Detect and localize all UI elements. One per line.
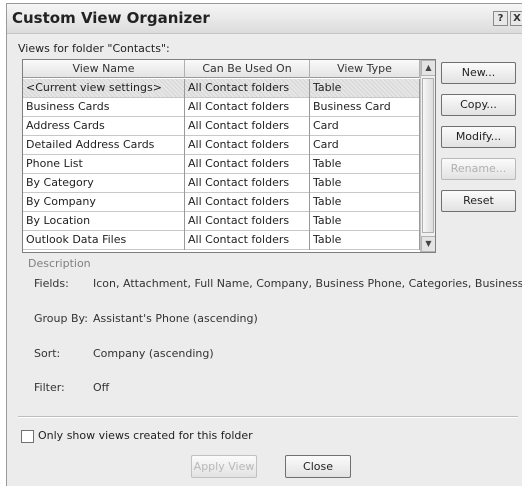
cell-view-type: Table: [310, 79, 420, 98]
title-bar: Custom View Organizer ? X: [7, 4, 522, 34]
table-row[interactable]: <Current view settings> All Contact fold…: [23, 79, 420, 98]
sort-label: Sort:: [34, 347, 61, 360]
cell-can-be-used-on: All Contact folders: [185, 174, 310, 193]
column-header-view-type[interactable]: View Type: [310, 60, 420, 78]
scrollbar-thumb[interactable]: [422, 78, 434, 233]
cell-view-name: By Location: [23, 212, 185, 231]
apply-view-button[interactable]: Apply View: [191, 455, 257, 478]
table-row[interactable]: By Category All Contact folders Table: [23, 174, 420, 193]
only-show-views-label[interactable]: Only show views created for this folder: [38, 429, 253, 442]
cell-view-name: <Current view settings>: [23, 79, 185, 98]
sort-value: Company (ascending): [93, 347, 214, 360]
copy-button[interactable]: Copy...: [441, 94, 516, 116]
scroll-up-arrow-icon[interactable]: ▲: [421, 60, 435, 76]
table-row[interactable]: By Location All Contact folders Table: [23, 212, 420, 231]
cell-can-be-used-on: All Contact folders: [185, 231, 310, 250]
rename-button[interactable]: Rename...: [441, 158, 516, 180]
close-button[interactable]: Close: [285, 455, 351, 478]
table-header: View Name Can Be Used On View Type: [23, 60, 420, 78]
cell-view-type: Table: [310, 174, 420, 193]
table-row[interactable]: Outlook Data Files All Contact folders T…: [23, 231, 420, 250]
filter-label: Filter:: [34, 381, 65, 394]
cell-view-type: Table: [310, 231, 420, 250]
group-by-label: Group By:: [34, 312, 88, 325]
column-header-can-be-used-on[interactable]: Can Be Used On: [185, 60, 310, 78]
cell-view-name: By Category: [23, 174, 185, 193]
cell-view-name: Detailed Address Cards: [23, 136, 185, 155]
cell-view-type: Card: [310, 117, 420, 136]
table-row[interactable]: Phone List All Contact folders Table: [23, 155, 420, 174]
views-for-folder-label: Views for folder "Contacts":: [18, 42, 170, 55]
description-heading: Description: [28, 257, 91, 270]
custom-view-organizer-dialog: Custom View Organizer ? X Views for fold…: [6, 3, 522, 486]
only-show-views-checkbox[interactable]: [21, 430, 34, 443]
separator: [18, 416, 518, 418]
cell-view-type: Business Card: [310, 98, 420, 117]
cell-view-type: Card: [310, 136, 420, 155]
cell-view-type: Table: [310, 193, 420, 212]
cell-can-be-used-on: All Contact folders: [185, 136, 310, 155]
vertical-scrollbar[interactable]: ▲ ▼: [420, 60, 435, 252]
new-button[interactable]: New...: [441, 62, 516, 84]
cell-view-type: Table: [310, 212, 420, 231]
cell-view-type: Table: [310, 155, 420, 174]
dialog-title: Custom View Organizer: [12, 9, 210, 27]
table-row[interactable]: Detailed Address Cards All Contact folde…: [23, 136, 420, 155]
cell-view-name: Phone List: [23, 155, 185, 174]
cell-can-be-used-on: All Contact folders: [185, 98, 310, 117]
cell-can-be-used-on: All Contact folders: [185, 79, 310, 98]
cell-can-be-used-on: All Contact folders: [185, 155, 310, 174]
modify-button[interactable]: Modify...: [441, 126, 516, 148]
cell-view-name: Business Cards: [23, 98, 185, 117]
reset-button[interactable]: Reset: [441, 190, 516, 212]
column-header-view-name[interactable]: View Name: [23, 60, 185, 78]
close-window-button[interactable]: X: [510, 11, 522, 26]
cell-can-be-used-on: All Contact folders: [185, 212, 310, 231]
cell-view-name: Address Cards: [23, 117, 185, 136]
views-table[interactable]: View Name Can Be Used On View Type <Curr…: [22, 59, 436, 253]
filter-value: Off: [93, 381, 110, 394]
cell-view-name: By Company: [23, 193, 185, 212]
cell-can-be-used-on: All Contact folders: [185, 193, 310, 212]
table-row[interactable]: Business Cards All Contact folders Busin…: [23, 98, 420, 117]
cell-can-be-used-on: All Contact folders: [185, 117, 310, 136]
table-row[interactable]: Address Cards All Contact folders Card: [23, 117, 420, 136]
group-by-value: Assistant's Phone (ascending): [93, 312, 258, 325]
cell-view-name: Outlook Data Files: [23, 231, 185, 250]
fields-value: Icon, Attachment, Full Name, Company, Bu…: [93, 277, 522, 290]
scroll-down-arrow-icon[interactable]: ▼: [421, 236, 435, 252]
table-row[interactable]: By Company All Contact folders Table: [23, 193, 420, 212]
fields-label: Fields:: [34, 277, 69, 290]
help-button[interactable]: ?: [493, 11, 508, 26]
